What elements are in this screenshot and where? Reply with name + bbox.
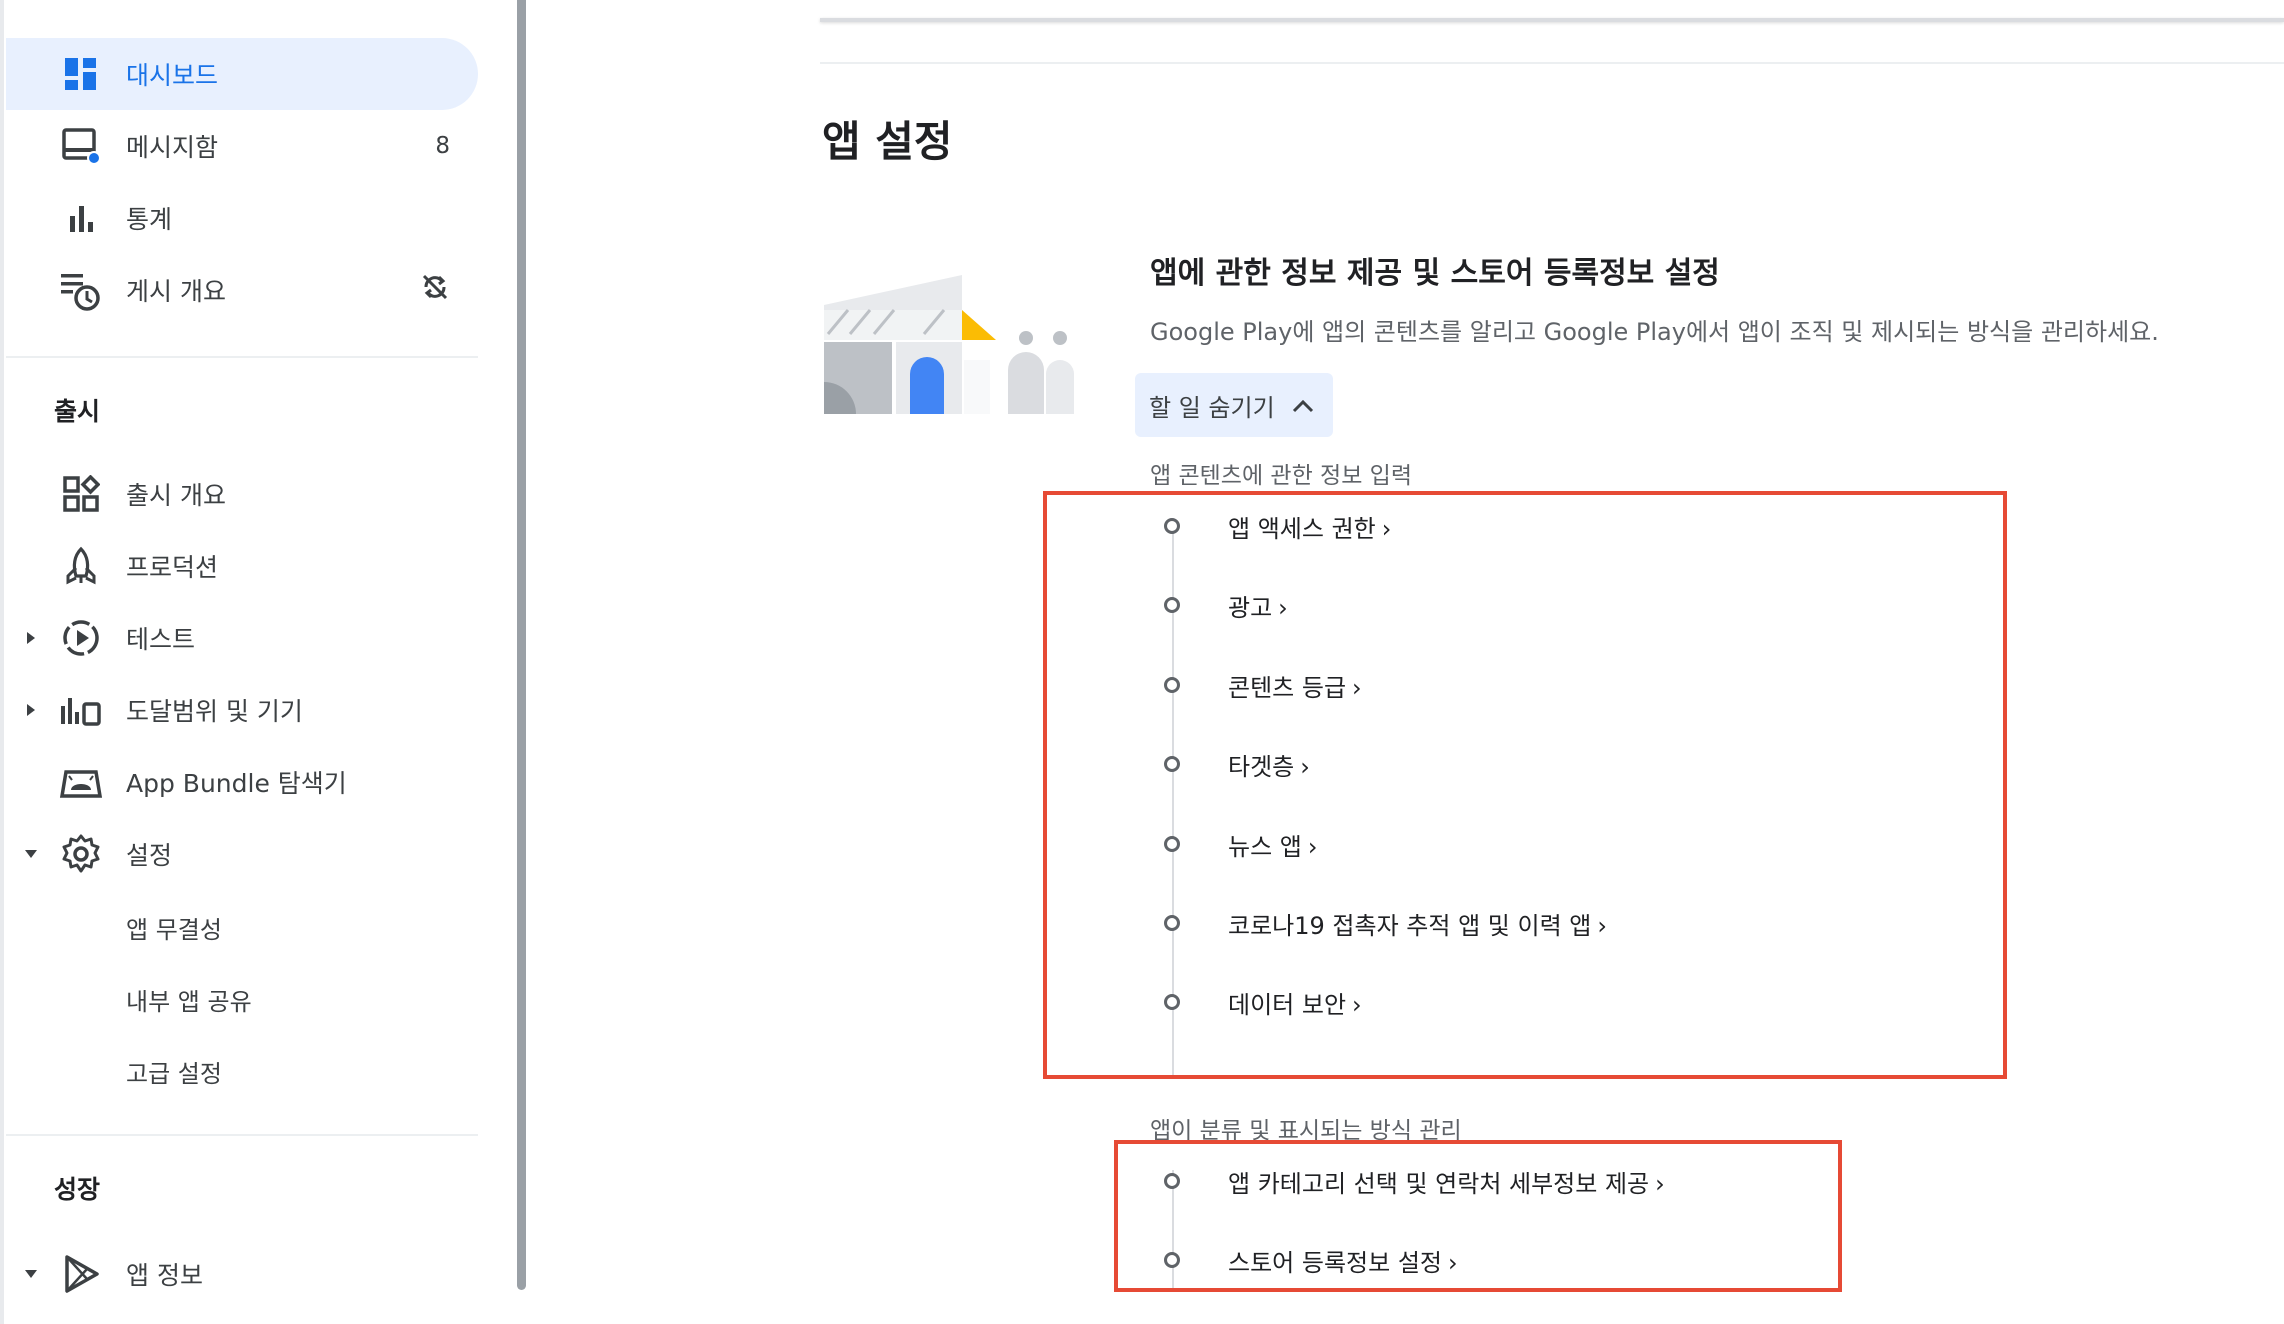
settings-gear-icon bbox=[56, 829, 106, 879]
inbox-count-badge: 8 bbox=[435, 133, 450, 159]
sync-disabled-icon[interactable] bbox=[420, 272, 450, 308]
card-description: Google Play에 앱의 콘텐츠를 알리고 Google Play에서 앱… bbox=[1150, 318, 2159, 346]
production-icon bbox=[56, 541, 106, 591]
reach-devices-icon bbox=[56, 685, 106, 735]
sidebar-divider bbox=[6, 356, 478, 358]
sidebar-item-label: App Bundle 탐색기 bbox=[126, 769, 347, 798]
app-bundle-icon bbox=[56, 757, 106, 807]
sidebar-subitem-app-integrity[interactable]: 앱 무결성 bbox=[126, 910, 222, 945]
sidebar-item-label: 앱 정보 bbox=[126, 1261, 203, 1290]
inbox-icon bbox=[56, 121, 106, 171]
dashboard-icon bbox=[56, 49, 106, 99]
task-group-label: 앱 콘텐츠에 관한 정보 입력 bbox=[1150, 463, 1413, 489]
sidebar-item-label: 설정 bbox=[126, 841, 173, 870]
sidebar-item-label: 메시지함 bbox=[126, 133, 219, 162]
highlight-box-app-presentation bbox=[1114, 1140, 1842, 1292]
bar-chart-icon bbox=[56, 193, 106, 243]
sidebar-divider bbox=[6, 1134, 478, 1136]
sidebar-subitem-advanced-settings[interactable]: 고급 설정 bbox=[126, 1054, 222, 1089]
sidebar-item-label: 통계 bbox=[126, 205, 173, 234]
chevron-up-icon bbox=[1292, 399, 1314, 413]
play-store-icon bbox=[56, 1249, 106, 1299]
caret-right-icon[interactable] bbox=[20, 627, 42, 649]
sidebar-subitem-internal-app-sharing[interactable]: 내부 앱 공유 bbox=[126, 982, 252, 1017]
publishing-overview-icon bbox=[56, 265, 106, 315]
sidebar-item-label: 프로덕션 bbox=[126, 553, 219, 582]
sidebar-section-growth: 성장 bbox=[54, 1175, 101, 1204]
sidebar-item-label: 게시 개요 bbox=[126, 277, 226, 306]
test-icon bbox=[56, 613, 106, 663]
sidebar-item-label: 출시 개요 bbox=[126, 481, 226, 510]
sidebar-item-app-bundle-explorer[interactable]: App Bundle 탐색기 bbox=[6, 746, 478, 818]
sidebar-item-production[interactable]: 프로덕션 bbox=[6, 530, 478, 602]
header-divider bbox=[820, 62, 2284, 64]
sidebar-item-publishing-overview[interactable]: 게시 개요 bbox=[6, 254, 478, 326]
caret-down-icon[interactable] bbox=[20, 843, 42, 865]
highlight-box-app-content bbox=[1043, 491, 2007, 1079]
sidebar-item-dashboard[interactable]: 대시보드 bbox=[6, 38, 478, 110]
sidebar-item-reach-devices[interactable]: 도달범위 및 기기 bbox=[6, 674, 478, 746]
release-overview-icon bbox=[56, 469, 106, 519]
sidebar-left-edge bbox=[0, 0, 4, 1324]
sidebar-item-settings[interactable]: 설정 bbox=[6, 818, 478, 890]
caret-right-icon[interactable] bbox=[20, 699, 42, 721]
sidebar-item-statistics[interactable]: 통계 bbox=[6, 182, 478, 254]
sidebar-item-app-info[interactable]: 앱 정보 bbox=[6, 1238, 478, 1310]
store-illustration bbox=[824, 275, 1074, 414]
sidebar: 대시보드 메시지함 8 통계 게시 개요 출시 출시 개요 프로덕션 테스트 도… bbox=[0, 0, 510, 1324]
app-root: 대시보드 메시지함 8 통계 게시 개요 출시 출시 개요 프로덕션 테스트 도… bbox=[0, 0, 2284, 1324]
caret-down-icon[interactable] bbox=[20, 1263, 42, 1285]
hide-tasks-button[interactable]: 할 일 숨기기 bbox=[1135, 373, 1333, 437]
hide-tasks-label: 할 일 숨기기 bbox=[1149, 393, 1275, 422]
sidebar-item-inbox[interactable]: 메시지함 8 bbox=[6, 110, 478, 182]
sidebar-item-label: 테스트 bbox=[126, 625, 196, 654]
top-card-edge bbox=[820, 18, 2284, 22]
page-title: 앱 설정 bbox=[822, 117, 953, 166]
sidebar-item-release-overview[interactable]: 출시 개요 bbox=[6, 458, 478, 530]
sidebar-section-release: 출시 bbox=[54, 397, 101, 426]
sidebar-scrollbar[interactable] bbox=[517, 0, 526, 1290]
sidebar-item-label: 대시보드 bbox=[126, 61, 219, 90]
card-title: 앱에 관한 정보 제공 및 스토어 등록정보 설정 bbox=[1150, 256, 1720, 291]
sidebar-item-test[interactable]: 테스트 bbox=[6, 602, 478, 674]
sidebar-item-label: 도달범위 및 기기 bbox=[126, 697, 303, 726]
